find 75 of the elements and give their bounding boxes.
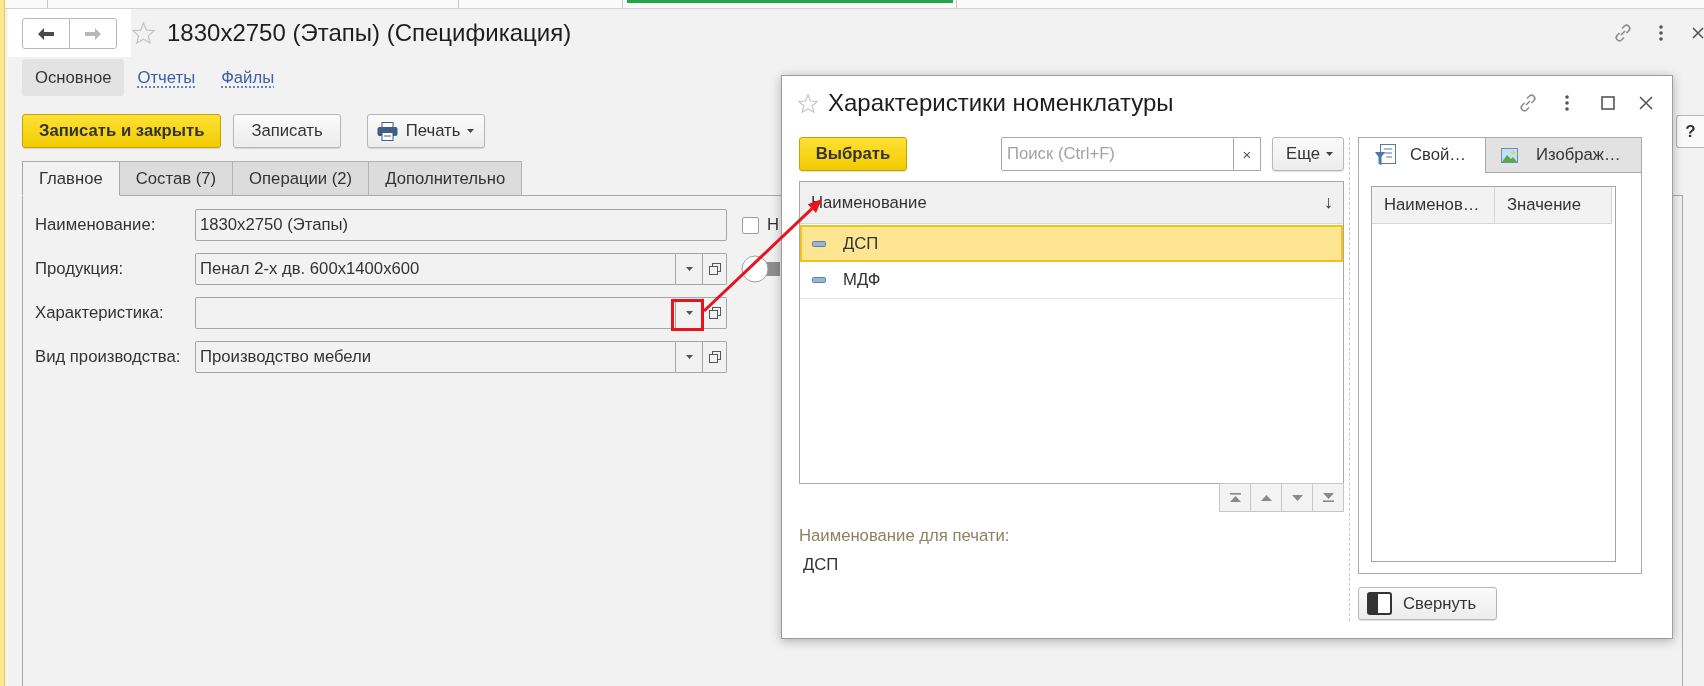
checkbox-label: Н xyxy=(767,215,780,235)
caret-icon xyxy=(685,355,693,359)
up-triangle-icon xyxy=(1260,494,1272,501)
checkbox[interactable] xyxy=(742,216,759,234)
to-top-icon xyxy=(1229,493,1241,502)
section-link[interactable]: Основное xyxy=(22,59,125,96)
overlapping-squares-icon xyxy=(708,263,721,275)
last-button[interactable] xyxy=(1312,483,1344,512)
images-tab[interactable]: Изображ… xyxy=(1485,137,1642,173)
column-header[interactable]: Наименов… xyxy=(1372,187,1495,223)
star-icon[interactable] xyxy=(132,22,155,44)
section-link[interactable]: Файлы xyxy=(208,59,288,96)
section-link[interactable]: Отчеты xyxy=(124,59,209,96)
document-funnel-icon xyxy=(1375,144,1396,166)
input-field[interactable]: Пенал 2-х дв. 600x1400x600 xyxy=(195,253,676,285)
panel-icon xyxy=(1367,592,1392,615)
picture-icon xyxy=(1501,147,1518,163)
save-button[interactable]: Записать xyxy=(233,114,341,148)
close-icon[interactable] xyxy=(1639,96,1653,110)
field-label: Наименование: xyxy=(35,215,157,235)
link-icon[interactable] xyxy=(1518,93,1538,113)
to-bottom-icon xyxy=(1322,493,1334,502)
list-row[interactable]: МДФ xyxy=(800,262,1343,299)
help-button[interactable]: ? xyxy=(1676,115,1704,148)
properties-tab[interactable]: Свой… xyxy=(1358,137,1486,173)
close-icon[interactable] xyxy=(1692,27,1704,39)
select-button[interactable]: Выбрать xyxy=(799,137,907,171)
back-button[interactable] xyxy=(22,18,70,49)
field-label: Вид производства: xyxy=(35,347,182,367)
open-button[interactable] xyxy=(703,253,727,285)
printer-icon xyxy=(376,121,398,141)
column-header[interactable]: Значение xyxy=(1494,187,1612,223)
caret-icon xyxy=(1325,152,1333,156)
tab[interactable]: Главное xyxy=(22,161,120,196)
dash-icon xyxy=(812,277,826,283)
more-button[interactable]: Еще xyxy=(1272,137,1344,171)
more-icon[interactable] xyxy=(1659,25,1663,41)
first-button[interactable] xyxy=(1219,483,1251,512)
input-field[interactable]: Производство мебели xyxy=(195,341,676,373)
arrow-right-icon xyxy=(85,27,101,40)
input-field[interactable] xyxy=(195,297,676,329)
print-name-label: Наименование для печати: xyxy=(799,526,1011,545)
sort-indicator[interactable]: ↓ xyxy=(1324,192,1333,213)
star-icon[interactable] xyxy=(798,93,818,113)
dash-icon xyxy=(812,240,826,247)
overlapping-squares-icon xyxy=(708,351,721,363)
caret-icon xyxy=(467,129,475,133)
maximize-icon[interactable] xyxy=(1601,96,1615,110)
column-header[interactable]: Наименование xyxy=(811,192,927,213)
tab[interactable]: Операции (2) xyxy=(232,161,370,196)
search-field[interactable]: Поиск (Ctrl+F) xyxy=(1001,137,1234,171)
print-name-value: ДСП xyxy=(802,555,840,574)
save-and-close-button[interactable]: Записать и закрыть xyxy=(22,114,222,148)
toggle-switch[interactable] xyxy=(741,255,780,283)
arrow-left-icon xyxy=(38,27,54,40)
open-button[interactable] xyxy=(703,341,727,373)
tab[interactable]: Дополнительно xyxy=(368,161,523,196)
down-triangle-icon xyxy=(1291,494,1303,501)
field-label: Характеристика: xyxy=(35,303,165,323)
window-title: 1830x2750 (Этапы) (Спецификация) xyxy=(167,19,572,47)
print-button[interactable]: Печать xyxy=(366,114,486,148)
text-field[interactable]: 1830x2750 (Этапы) xyxy=(195,209,727,241)
link-icon[interactable] xyxy=(1613,23,1633,43)
dialog-title: Характеристики номенклатуры xyxy=(828,89,1174,117)
previous-button[interactable] xyxy=(1250,483,1282,512)
collapse-button[interactable]: Свернуть xyxy=(1358,587,1497,620)
next-button[interactable] xyxy=(1281,483,1313,512)
more-icon[interactable] xyxy=(1565,95,1569,111)
list-row[interactable]: ДСП xyxy=(800,225,1343,262)
caret-icon xyxy=(685,311,693,315)
overlapping-squares-icon xyxy=(708,307,721,319)
field-label: Продукция: xyxy=(35,259,125,279)
caret-icon xyxy=(685,267,693,271)
clear-search-button[interactable]: × xyxy=(1234,137,1261,171)
tab[interactable]: Состав (7) xyxy=(118,161,234,196)
